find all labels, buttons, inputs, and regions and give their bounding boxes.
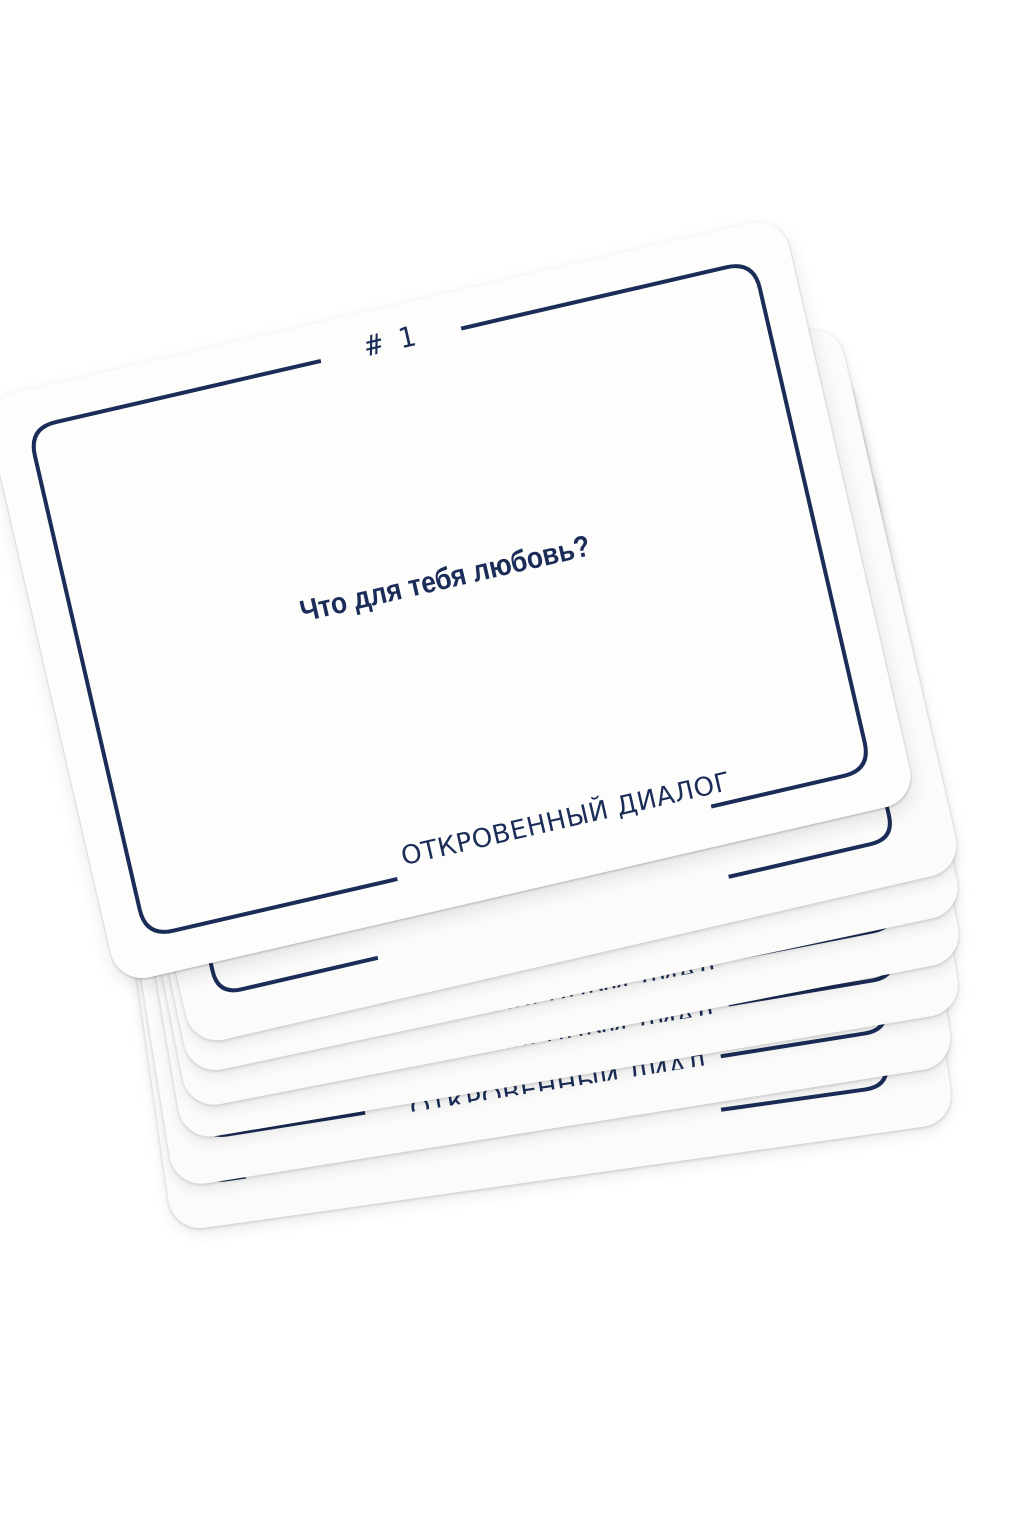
photo-scene: ОТКРОВЕННЫЙ ДИАЛОГ ОТКРОВЕННЫЙ ДИАЛОГ ОТ… bbox=[0, 0, 1024, 1536]
